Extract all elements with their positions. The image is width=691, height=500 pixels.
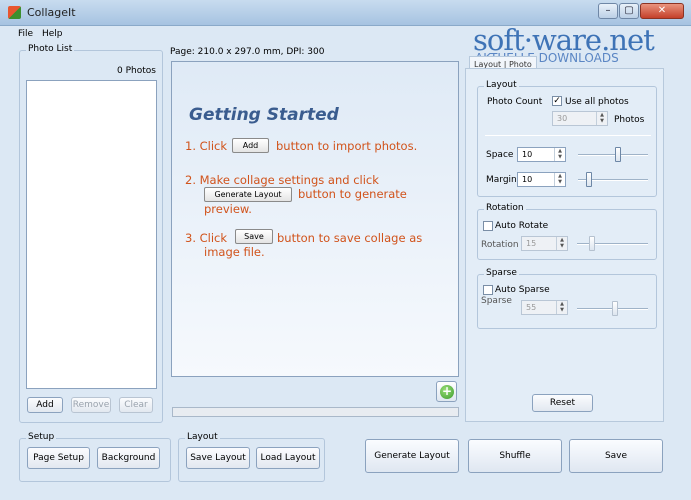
margin-spinner[interactable]: 10 ▲ ▼: [517, 172, 566, 187]
add-photo-button[interactable]: +: [436, 381, 457, 402]
spinner-arrows-icon[interactable]: ▲ ▼: [556, 301, 567, 314]
sparse-value: 55: [526, 303, 537, 312]
rotation-spinner[interactable]: 15 ▲ ▼: [521, 236, 568, 251]
menu-help[interactable]: Help: [42, 29, 63, 39]
progress-bar: [172, 407, 459, 417]
spinner-arrows-icon[interactable]: ▲ ▼: [554, 148, 565, 161]
space-slider-track[interactable]: [578, 154, 648, 156]
page-info: Page: 210.0 x 297.0 mm, DPI: 300: [170, 47, 325, 57]
add-button[interactable]: Add: [27, 397, 63, 413]
layout-separator: [485, 135, 651, 136]
rotation-slider-thumb[interactable]: [589, 236, 595, 251]
photo-count-text: 0 Photos: [117, 66, 156, 76]
space-slider-thumb[interactable]: [615, 147, 621, 162]
step2-suffix: button to generate: [298, 187, 407, 201]
sparse-slider-thumb[interactable]: [612, 301, 618, 316]
background-button[interactable]: Background: [97, 447, 160, 469]
auto-rotate-checkbox[interactable]: [483, 221, 493, 231]
step1-suffix: button to import photos.: [276, 139, 418, 153]
use-all-photos-checkbox[interactable]: ✓: [552, 96, 562, 106]
step1-prefix: 1. Click: [185, 139, 228, 153]
maximize-button[interactable]: ▢: [619, 3, 639, 19]
rotation-group: Rotation: [477, 203, 657, 260]
save-layout-button[interactable]: Save Layout: [186, 447, 250, 469]
app-icon: [8, 6, 21, 19]
step3-prefix: 3. Click: [185, 231, 228, 245]
menu-file[interactable]: File: [18, 29, 33, 39]
step3-line2: image file.: [204, 245, 265, 259]
rotation-slider-track[interactable]: [577, 243, 648, 245]
sparse-group-legend: Sparse: [484, 268, 519, 278]
close-button[interactable]: ✕: [640, 3, 684, 19]
layout-group-legend: Layout: [484, 80, 519, 90]
step2-line1: 2. Make collage settings and click: [185, 173, 379, 187]
window-title: CollageIt: [27, 6, 76, 19]
plus-circle-icon: +: [440, 384, 454, 399]
reset-button[interactable]: Reset: [532, 394, 593, 412]
margin-label: Margin: [486, 175, 517, 185]
space-value: 10: [522, 150, 533, 159]
photo-count-spinner[interactable]: 30 ▲ ▼: [552, 111, 608, 126]
photo-list-legend: Photo List: [26, 44, 75, 54]
margin-slider-thumb[interactable]: [586, 172, 592, 187]
minimize-button[interactable]: –: [598, 3, 618, 19]
margin-value: 10: [522, 175, 533, 184]
auto-sparse-label: Auto Sparse: [495, 285, 550, 295]
rotation-label: Rotation: [481, 240, 519, 250]
space-label: Space: [486, 150, 514, 160]
auto-rotate-label: Auto Rotate: [495, 221, 549, 231]
rotation-value: 15: [526, 239, 537, 248]
photo-listbox[interactable]: [26, 80, 157, 389]
setup-group-legend: Setup: [26, 432, 57, 442]
sparse-spinner[interactable]: 55 ▲ ▼: [521, 300, 568, 315]
step3-save-button[interactable]: Save: [235, 229, 273, 244]
rotation-group-legend: Rotation: [484, 203, 526, 213]
layout-file-group-legend: Layout: [185, 432, 220, 442]
remove-button[interactable]: Remove: [71, 397, 111, 413]
spinner-arrows-icon[interactable]: ▲ ▼: [556, 237, 567, 250]
space-spinner[interactable]: 10 ▲ ▼: [517, 147, 566, 162]
page-setup-button[interactable]: Page Setup: [27, 447, 90, 469]
step3-suffix: button to save collage as: [277, 231, 423, 245]
sparse-label: Sparse: [481, 296, 512, 306]
auto-sparse-checkbox[interactable]: [483, 285, 493, 295]
step2-line3: preview.: [204, 202, 252, 216]
use-all-photos-label: Use all photos: [565, 97, 629, 107]
step2-generate-button[interactable]: Generate Layout: [204, 187, 292, 202]
getting-started-title: Getting Started: [189, 105, 339, 125]
save-button[interactable]: Save: [569, 439, 663, 473]
load-layout-button[interactable]: Load Layout: [256, 447, 320, 469]
photos-unit-label: Photos: [614, 115, 645, 125]
photo-count-label: Photo Count: [487, 97, 543, 107]
shuffle-button[interactable]: Shuffle: [468, 439, 562, 473]
spinner-arrows-icon[interactable]: ▲ ▼: [596, 112, 607, 125]
photo-count-value: 30: [557, 114, 568, 123]
spinner-arrows-icon[interactable]: ▲ ▼: [554, 173, 565, 186]
generate-layout-button[interactable]: Generate Layout: [365, 439, 459, 473]
clear-button[interactable]: Clear: [119, 397, 153, 413]
step1-add-button[interactable]: Add: [232, 138, 269, 153]
